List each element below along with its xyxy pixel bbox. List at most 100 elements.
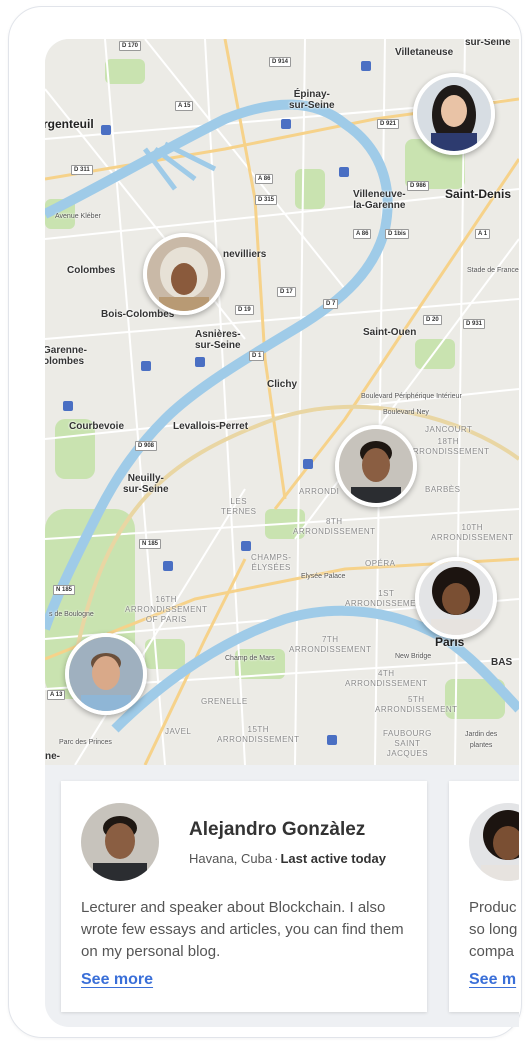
road-label: D 931 xyxy=(463,319,486,329)
road-label: D 311 xyxy=(71,165,93,175)
map[interactable]: D 170 D 914 A 15 D 921 D 311 A 86 D 315 … xyxy=(45,39,519,765)
road-label: D 908 xyxy=(135,441,158,451)
transit-icon xyxy=(195,357,205,367)
place-nevilliers: nevilliers xyxy=(223,249,267,260)
road-label: D 914 xyxy=(269,57,292,67)
avatar-woman-headscarf-icon xyxy=(147,237,221,311)
place-ne: ne- xyxy=(45,751,60,762)
place-garenne: Garenne- olombes xyxy=(45,345,87,367)
transit-icon xyxy=(163,561,173,571)
road-label: D 921 xyxy=(377,119,400,129)
profile-pin-woman-long-hair[interactable] xyxy=(413,73,495,155)
district-15: 15TH ARRONDISSEMENT xyxy=(217,725,300,744)
road-label: D 19 xyxy=(235,305,254,315)
avatar-man-icon xyxy=(81,803,159,881)
place-sur-seine: sur-Seine xyxy=(465,39,511,48)
profile-pin-woman-curly-hair[interactable] xyxy=(415,557,497,639)
profile-last-active: Last active today xyxy=(280,851,386,866)
profile-card-peek[interactable]: Produc so long compa See m xyxy=(449,781,519,1012)
place-asnieres: Asnières- sur-Seine xyxy=(195,329,241,351)
place-villeneuve: Villeneuve- la-Garenne xyxy=(353,189,406,211)
district-jancourt: JANCOURT xyxy=(425,425,473,434)
transit-icon xyxy=(339,167,349,177)
profile-bio: Lecturer and speaker about Blockchain. I… xyxy=(81,899,404,960)
district-16: 16TH ARRONDISSEMENT OF PARIS xyxy=(125,595,208,624)
place-bois-boulogne: s de Boulogne xyxy=(49,611,94,618)
district-17: ARRONDI xyxy=(299,487,340,496)
place-neuilly: Neuilly- sur-Seine xyxy=(123,473,169,495)
road-label: D 1bis xyxy=(385,229,410,239)
road-boulevard-peripherique: Boulevard Périphérique Intérieur xyxy=(361,393,462,400)
avatar xyxy=(469,803,519,881)
transit-icon xyxy=(63,401,73,411)
place-villetaneuse: Villetaneuse xyxy=(395,47,454,58)
profile-name: Alejandro Gonzàlez xyxy=(189,819,366,840)
place-new-bridge: New Bridge xyxy=(395,653,432,660)
place-jardin: Jardin des plantes xyxy=(465,731,498,749)
district-barbes: BARBÈS xyxy=(425,485,461,494)
place-bas: BAS xyxy=(491,657,513,668)
place-levallois: Levallois-Perret xyxy=(173,421,249,432)
profile-meta: Havana, Cuba · Last active today xyxy=(189,851,386,866)
district-5: 5TH ARRONDISSEMENT xyxy=(375,695,458,714)
place-epinay: Épinay- sur-Seine xyxy=(289,89,335,111)
road-label: N 185 xyxy=(139,539,162,549)
place-parc-princes: Parc des Princes xyxy=(59,739,112,746)
road-label: D 986 xyxy=(407,181,430,191)
road-label: D 17 xyxy=(277,287,296,297)
transit-icon xyxy=(141,361,151,371)
profile-pin-man-smiling[interactable] xyxy=(335,425,417,507)
road-label: D 7 xyxy=(323,299,339,309)
place-saint-denis: Saint-Denis xyxy=(445,187,512,201)
road-label: N 185 xyxy=(53,585,76,595)
profile-pin-man-beard[interactable] xyxy=(65,633,147,715)
district-8: 8TH ARRONDISSEMENT xyxy=(293,517,376,536)
place-clichy: Clichy xyxy=(267,379,298,390)
avatar-man-beard-icon xyxy=(69,637,143,711)
road-label: A 86 xyxy=(255,174,274,184)
avatar xyxy=(81,803,159,881)
district-opera: OPÉRA xyxy=(365,559,396,568)
road-avenue-kleber: Avenue Kléber xyxy=(55,213,101,220)
district-faubourg: FAUBOURG SAINT JACQUES xyxy=(383,729,432,758)
road-label: D 170 xyxy=(119,41,142,51)
place-colombes: Colombes xyxy=(67,265,116,276)
road-label: D 1 xyxy=(249,351,265,361)
transit-icon xyxy=(281,119,291,129)
avatar-man-icon xyxy=(339,429,413,503)
road-label: D 315 xyxy=(255,195,278,205)
see-more-link[interactable]: See more xyxy=(81,971,153,989)
place-champ-mars: Champ de Mars xyxy=(225,655,275,662)
phone-frame: D 170 D 914 A 15 D 921 D 311 A 86 D 315 … xyxy=(8,6,522,1038)
avatar-woman-icon xyxy=(417,77,491,151)
place-saint-ouen: Saint-Ouen xyxy=(363,327,417,338)
transit-icon xyxy=(303,459,313,469)
road-label: A 15 xyxy=(175,101,194,111)
transit-icon xyxy=(361,61,371,71)
avatar-woman-curly-icon xyxy=(469,803,519,881)
transit-icon xyxy=(101,125,111,135)
profile-card[interactable]: Alejandro Gonzàlez Havana, Cuba · Last act… xyxy=(61,781,427,1012)
district-4: 4TH ARRONDISSEMENT xyxy=(345,669,428,688)
transit-icon xyxy=(327,735,337,745)
see-more-link[interactable]: See m xyxy=(469,971,516,989)
district-javel: JAVEL xyxy=(165,727,192,736)
separator: · xyxy=(274,851,279,866)
place-courbevoie: Courbevoie xyxy=(69,421,125,432)
district-champs: CHAMPS- ÉLYSÉES xyxy=(251,553,292,572)
district-10: 10TH ARRONDISSEMENT xyxy=(431,523,514,542)
profile-location: Havana, Cuba xyxy=(189,851,273,866)
profile-pin-woman-headscarf[interactable] xyxy=(143,233,225,315)
avatar-woman-curly-icon xyxy=(419,561,493,635)
place-stade: Stade de France xyxy=(467,267,519,274)
district-grenelle: GRENELLE xyxy=(201,697,248,706)
road-label: A 1 xyxy=(475,229,491,239)
road-label: A 86 xyxy=(353,229,372,239)
district-les-ternes: LES TERNES xyxy=(221,497,257,516)
district-7: 7TH ARRONDISSEMENT xyxy=(289,635,372,654)
profile-bio: Produc so long compa xyxy=(469,899,518,960)
place-elysee: Elysée Palace xyxy=(301,573,346,580)
district-18: 18TH ARRONDISSEMENT xyxy=(407,437,490,456)
road-label: D 20 xyxy=(423,315,442,325)
screen: D 170 D 914 A 15 D 921 D 311 A 86 D 315 … xyxy=(45,39,519,1027)
